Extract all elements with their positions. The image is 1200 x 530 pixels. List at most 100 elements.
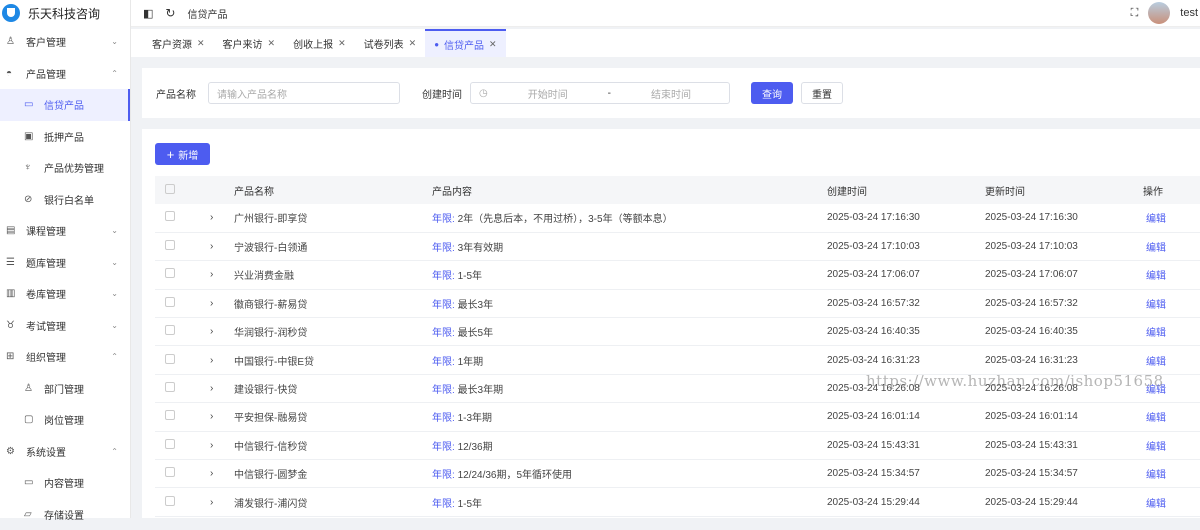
row-checkbox[interactable] xyxy=(165,467,175,477)
close-icon[interactable]: ✕ xyxy=(489,39,497,50)
sidebar-item[interactable]: ▢岗位管理 xyxy=(0,404,130,436)
row-checkbox[interactable] xyxy=(165,325,175,335)
sidebar-item-label: 考试管理 xyxy=(26,318,66,333)
table-card: +新增 产品名称 产品内容 创建时间 更新时间 操作 › 广州银行-即享贷 年限… xyxy=(142,129,1200,518)
sidebar-item-label: 题库管理 xyxy=(26,255,66,270)
updated-time: 2025-03-24 15:34:57 xyxy=(985,460,1143,488)
row-checkbox[interactable] xyxy=(165,354,175,364)
edit-link[interactable]: 编辑 xyxy=(1146,214,1166,225)
content-text: 最长3年 xyxy=(458,300,494,311)
sidebar-item[interactable]: ◓产品管理⌃ xyxy=(0,58,130,90)
created-time: 2025-03-24 16:01:14 xyxy=(827,403,985,431)
logo[interactable]: 乐天科技咨询 xyxy=(0,0,130,26)
product-content: 年限: 12/24/36期，5年循环使用 xyxy=(432,460,827,488)
edit-link[interactable]: 编辑 xyxy=(1146,243,1166,254)
product-name-input[interactable]: 请输入产品名称 xyxy=(208,82,400,104)
expand-chevron-icon[interactable]: › xyxy=(210,497,213,508)
sidebar-item[interactable]: ▭内容管理 xyxy=(0,467,130,499)
edit-link[interactable]: 编辑 xyxy=(1146,300,1166,311)
tab[interactable]: 创收上报 ✕ xyxy=(284,29,355,57)
sidebar-item[interactable]: ▣抵押产品 xyxy=(0,121,130,153)
sidebar-item[interactable]: ▱ 存储设置 xyxy=(0,499,130,530)
collapse-sidebar-icon[interactable]: ◧ xyxy=(143,7,153,20)
date-range-picker[interactable]: ◷ 开始时间 - 结束时间 xyxy=(470,82,730,104)
sidebar-item[interactable]: ♉考试管理⌄ xyxy=(0,310,130,342)
row-checkbox[interactable] xyxy=(165,211,175,221)
expand-chevron-icon[interactable]: › xyxy=(210,326,213,337)
expand-chevron-icon[interactable]: › xyxy=(210,383,213,394)
product-content: 年限: 最长3年 xyxy=(432,289,827,317)
select-all-checkbox[interactable] xyxy=(165,184,175,194)
row-checkbox[interactable] xyxy=(165,410,175,420)
edit-link[interactable]: 编辑 xyxy=(1146,328,1166,339)
end-time-input[interactable]: 结束时间 xyxy=(651,86,691,101)
sidebar-item[interactable]: ▭信贷产品 xyxy=(0,89,130,121)
sidebar-item-label: 存储设置 xyxy=(44,507,84,522)
updated-time: 2025-03-24 17:10:03 xyxy=(985,232,1143,260)
refresh-icon[interactable]: ↻ xyxy=(165,6,175,20)
row-checkbox[interactable] xyxy=(165,382,175,392)
fullscreen-icon[interactable]: ⛶ xyxy=(1131,7,1139,20)
row-checkbox[interactable] xyxy=(165,240,175,250)
product-content: 年限: 2年（先息后本，不用过桥），3-5年（等额本息） xyxy=(432,204,827,232)
expand-chevron-icon[interactable]: › xyxy=(210,212,213,223)
sidebar-item[interactable]: ⚙系统设置⌃ xyxy=(0,436,130,468)
sidebar-item[interactable]: ⊞组织管理⌃ xyxy=(0,341,130,373)
edit-link[interactable]: 编辑 xyxy=(1146,442,1166,453)
row-checkbox[interactable] xyxy=(165,297,175,307)
product-name: 中信银行-圆梦金 xyxy=(234,460,432,488)
plus-icon: + xyxy=(167,147,175,162)
tab-label: 创收上报 xyxy=(293,36,333,51)
row-checkbox[interactable] xyxy=(165,268,175,278)
row-checkbox[interactable] xyxy=(165,439,175,449)
content-prefix: 年限: xyxy=(432,357,455,368)
close-icon[interactable]: ✕ xyxy=(409,38,417,49)
placeholder: 请输入产品名称 xyxy=(217,86,287,101)
expand-chevron-icon[interactable]: › xyxy=(210,468,213,479)
sidebar-item[interactable]: ⊘银行白名单 xyxy=(0,184,130,216)
edit-link[interactable]: 编辑 xyxy=(1146,385,1166,396)
avatar[interactable] xyxy=(1148,2,1170,24)
sidebar-item-label: 银行白名单 xyxy=(44,192,94,207)
sidebar-item[interactable]: ▤课程管理⌄ xyxy=(0,215,130,247)
edit-link[interactable]: 编辑 xyxy=(1146,357,1166,368)
tab[interactable]: 客户来访✕ xyxy=(214,29,285,57)
row-checkbox[interactable] xyxy=(165,496,175,506)
tab[interactable]: 客户资源✕ xyxy=(143,29,214,57)
expand-chevron-icon[interactable]: › xyxy=(210,298,213,309)
sidebar-item[interactable]: ♙客户管理⌄ xyxy=(0,26,130,58)
query-button[interactable]: 查询 xyxy=(751,82,793,104)
edit-link[interactable]: 编辑 xyxy=(1146,271,1166,282)
brand-name: 乐天科技咨询 xyxy=(28,5,100,22)
expand-chevron-icon[interactable]: › xyxy=(210,411,213,422)
close-icon[interactable]: ✕ xyxy=(338,38,346,49)
sidebar-item[interactable]: ♙部门管理 xyxy=(0,373,130,405)
edit-link[interactable]: 编辑 xyxy=(1146,470,1166,481)
close-icon[interactable]: ✕ xyxy=(197,38,205,49)
tab[interactable]: ●信贷产品✕ xyxy=(425,29,505,57)
expand-chevron-icon[interactable]: › xyxy=(210,440,213,451)
expand-chevron-icon[interactable]: › xyxy=(210,355,213,366)
content-prefix: 年限: xyxy=(432,214,455,225)
content-prefix: 年限: xyxy=(432,328,455,339)
expand-chevron-icon[interactable]: › xyxy=(210,241,213,252)
sidebar-item[interactable]: ☰题库管理⌄ xyxy=(0,247,130,279)
add-button[interactable]: +新增 xyxy=(155,143,210,165)
product-content: 年限: 1年期 xyxy=(432,346,827,374)
reset-button[interactable]: 重置 xyxy=(801,82,843,104)
filter-form: 产品名称 请输入产品名称 创建时间 ◷ 开始时间 - 结束时间 查询 重置 xyxy=(142,68,1200,118)
sidebar-item[interactable]: ▥卷库管理⌄ xyxy=(0,278,130,310)
tab-bar: 客户资源✕客户来访✕创收上报✕试卷列表✕●信贷产品✕ xyxy=(131,29,1200,57)
sidebar-item[interactable]: ♆产品优势管理 xyxy=(0,152,130,184)
clock-icon: ◷ xyxy=(479,88,488,99)
edit-link[interactable]: 编辑 xyxy=(1146,413,1166,424)
edit-link[interactable]: 编辑 xyxy=(1146,499,1166,510)
storage-icon: ▱ xyxy=(24,509,38,520)
sidebar-item-label: 岗位管理 xyxy=(44,412,84,427)
user-name[interactable]: test xyxy=(1180,7,1198,19)
expand-chevron-icon[interactable]: › xyxy=(210,269,213,280)
sidebar-item-label: 系统设置 xyxy=(26,444,66,459)
tab[interactable]: 试卷列表✕ xyxy=(355,29,426,57)
start-time-input[interactable]: 开始时间 xyxy=(528,86,568,101)
close-icon[interactable]: ✕ xyxy=(268,38,276,49)
